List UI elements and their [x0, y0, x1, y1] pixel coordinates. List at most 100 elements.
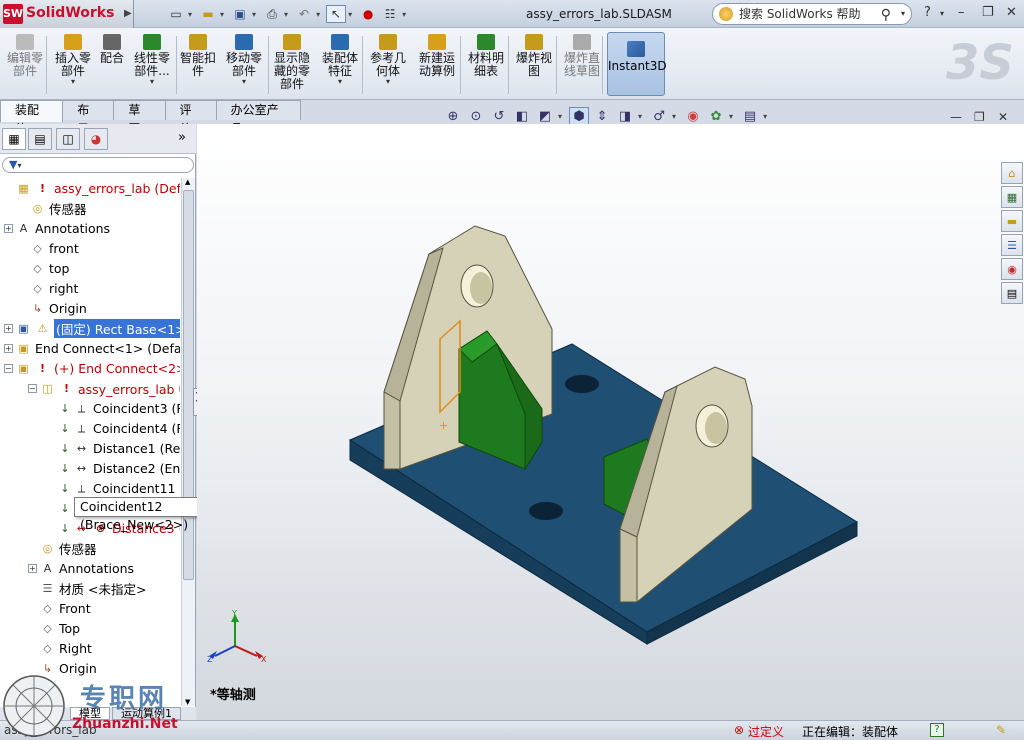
tab-assembly[interactable]: 装配体 — [0, 100, 64, 136]
select-pointer-icon[interactable]: ↖ — [326, 5, 347, 23]
tree-item[interactable]: ↳ Origin — [18, 298, 87, 318]
ribbon-button-6[interactable]: 显示隐 藏的零 部件 — [270, 32, 314, 96]
new-document-icon[interactable]: ▭ — [166, 5, 186, 23]
select-dropdown-icon[interactable]: ▾ — [348, 10, 352, 19]
tree-filter-input[interactable]: ▼▾ — [2, 157, 194, 173]
zoom-to-area-icon[interactable]: ⊙ — [466, 107, 486, 125]
search-icon[interactable]: ⚲ — [881, 5, 891, 25]
tab-evaluate[interactable]: 评估 — [164, 100, 217, 136]
expand-toggle-icon[interactable]: − — [28, 383, 37, 393]
search-dropdown-icon[interactable]: ▾ — [901, 4, 905, 24]
tree-item[interactable]: + A Annotations — [28, 558, 134, 578]
restore-icon[interactable]: ❐ — [982, 5, 994, 20]
section-view-icon[interactable]: ◧ — [512, 107, 532, 125]
ribbon-button-9[interactable]: 新建运 动算例 — [414, 32, 460, 96]
new-dropdown-icon[interactable]: ▾ — [188, 10, 192, 19]
file-explorer-icon[interactable]: ▬ — [1001, 210, 1023, 232]
tree-item[interactable]: ◇ Top — [28, 618, 80, 638]
base-hole-1[interactable] — [565, 375, 599, 393]
ribbon-button-0[interactable]: 编辑零 部件 — [2, 32, 48, 96]
scroll-up-icon[interactable]: ▲ — [185, 178, 190, 186]
file-properties-icon[interactable]: ☷ — [380, 5, 400, 23]
instant3d-button[interactable]: Instant3D — [607, 32, 667, 96]
solidworks-menu-button[interactable]: SW SolidWorks ▶ — [0, 0, 134, 28]
graphics-area[interactable]: + — [197, 124, 1024, 720]
appearance-dropdown-icon[interactable]: ▾ — [638, 112, 642, 121]
view-orientation-icon[interactable]: ◩ — [535, 107, 555, 125]
edit-appearance-icon[interactable]: ◨ — [615, 107, 635, 125]
expand-toggle-icon[interactable]: + — [4, 343, 13, 353]
viewport-minimize-icon[interactable]: — — [950, 110, 962, 124]
tab-layout[interactable]: 布局 — [62, 100, 115, 136]
tree-item[interactable]: ↓ ↔ Distance2 (End — [48, 458, 180, 478]
tree-item[interactable]: ▦! assy_errors_lab (Default — [4, 178, 180, 198]
tree-item[interactable]: ☰ 材质 <未指定> — [28, 578, 147, 598]
undo-icon[interactable]: ↶ — [294, 5, 314, 23]
base-hole-2[interactable] — [529, 502, 563, 520]
render-dropdown-icon[interactable]: ▾ — [729, 112, 733, 121]
tree-item[interactable]: ◎ 传感器 — [28, 538, 97, 558]
tree-item[interactable]: + ▣ End Connect<1> (Defau — [4, 338, 180, 358]
ribbon-button-8[interactable]: 参考几 何体 ▾ — [366, 32, 410, 96]
tree-item[interactable]: − ◫! assy_errors_lab 中 — [28, 378, 180, 398]
view-palette-icon[interactable]: ☰ — [1001, 234, 1023, 256]
print-dropdown-icon[interactable]: ▾ — [284, 10, 288, 19]
help-question-icon[interactable]: ? — [924, 5, 931, 20]
expand-toggle-icon[interactable]: + — [4, 223, 13, 233]
tree-item[interactable]: ↓ ⟂ Coincident11 ( — [48, 478, 180, 498]
color-wheel-icon[interactable]: ◉ — [683, 107, 703, 125]
ribbon-button-4[interactable]: 智能扣 件 — [178, 32, 218, 96]
assembly-model[interactable]: + — [197, 124, 1024, 720]
expand-toggle-icon[interactable]: + — [4, 323, 13, 333]
properties-dropdown-icon[interactable]: ▾ — [402, 10, 406, 19]
resources-home-icon[interactable]: ⌂ — [1001, 162, 1023, 184]
scene-icon[interactable]: ♂ — [649, 107, 669, 125]
scene-dropdown-icon[interactable]: ▾ — [672, 112, 676, 121]
viewport-close-icon[interactable]: ✕ — [998, 110, 1008, 124]
tree-item[interactable]: ◇ front — [18, 238, 78, 258]
ribbon-button-1[interactable]: 插入零 部件 ▾ — [52, 32, 94, 96]
tree-item[interactable]: ◎ 传感器 — [18, 198, 87, 218]
help-search-input[interactable]: 搜索 SolidWorks 帮助 ⚲ ▾ — [712, 3, 912, 25]
render-tools-icon[interactable]: ✿ — [706, 107, 726, 125]
configuration-manager-tab-icon[interactable]: ◫ — [56, 128, 80, 150]
tree-item[interactable]: ◇ Right — [28, 638, 92, 658]
ribbon-button-11[interactable]: 爆炸视 图 — [512, 32, 556, 96]
ribbon-button-12[interactable]: 爆炸直 线草图 — [560, 32, 604, 96]
ribbon-button-2[interactable]: 配合 — [98, 32, 126, 96]
appearances-icon[interactable]: ◉ — [1001, 258, 1023, 280]
tree-item[interactable]: ↓ ⟂ Coincident4 (R — [48, 418, 180, 438]
view-settings-dropdown-icon[interactable]: ▾ — [763, 112, 767, 121]
ribbon-button-5[interactable]: 移动零 部件 ▾ — [222, 32, 266, 96]
undo-dropdown-icon[interactable]: ▾ — [316, 10, 320, 19]
filter-dropdown-icon[interactable]: ▾ — [17, 161, 21, 170]
zoom-to-fit-icon[interactable]: ⊕ — [443, 107, 463, 125]
viewport-restore-icon[interactable]: ❐ — [974, 110, 985, 124]
status-over-defined[interactable]: 过定义 — [748, 723, 784, 740]
close-icon[interactable]: ✕ — [1006, 5, 1017, 20]
tree-item[interactable]: + A Annotations — [4, 218, 110, 238]
open-dropdown-icon[interactable]: ▾ — [220, 10, 224, 19]
view-settings-icon[interactable]: ▤ — [740, 107, 760, 125]
help-dropdown-icon[interactable]: ▾ — [940, 9, 944, 18]
custom-properties-icon[interactable]: ▤ — [1001, 282, 1023, 304]
save-icon[interactable]: ▣ — [230, 5, 250, 23]
expand-toggle-icon[interactable]: + — [28, 563, 37, 573]
tree-item[interactable]: ↓ ↔ Distance1 (Rec — [48, 438, 180, 458]
ribbon-dropdown-icon[interactable]: ▾ — [130, 78, 174, 86]
tree-item[interactable]: ◇ right — [18, 278, 78, 298]
display-manager-tab-icon[interactable]: ◕ — [84, 128, 108, 150]
quick-tips-icon[interactable]: ✎ — [996, 723, 1006, 737]
save-dropdown-icon[interactable]: ▾ — [252, 10, 256, 19]
tree-item[interactable]: − ▣! (+) End Connect<2> — [4, 358, 180, 378]
feature-manager-tab-icon[interactable]: ▦ — [2, 128, 26, 150]
ribbon-dropdown-icon[interactable]: ▾ — [318, 78, 362, 86]
ribbon-dropdown-icon[interactable]: ▾ — [52, 78, 94, 86]
tab-office-products[interactable]: 办公室产品 — [215, 100, 301, 136]
tree-scrollbar[interactable]: ▲ ▼ — [181, 178, 195, 706]
expand-toggle-icon[interactable]: − — [4, 363, 13, 373]
display-style-icon[interactable]: ⬢ — [569, 107, 590, 125]
rebuild-traffic-light-icon[interactable]: ● — [358, 5, 378, 23]
ribbon-button-3[interactable]: 线性零 部件... ▾ — [130, 32, 174, 96]
design-library-icon[interactable]: ▦ — [1001, 186, 1023, 208]
